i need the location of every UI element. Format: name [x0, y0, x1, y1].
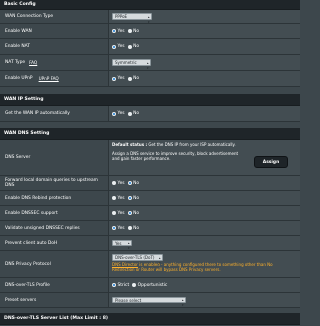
row-forward-local-domain: Forward local domain queries to upstream…: [0, 176, 300, 191]
preset-servers-select[interactable]: Please select ▴ ▾: [112, 296, 186, 307]
wan-connection-type-label: WAN Connection Type: [5, 14, 54, 19]
radio-unchecked-icon: [127, 111, 132, 116]
radio-unchecked-icon: [132, 283, 137, 287]
radio-unchecked-icon: [127, 76, 132, 81]
prevent-doh-label: Prevent client auto DoH: [5, 240, 58, 246]
enable-nat-yes-radio[interactable]: Yes: [112, 44, 125, 49]
nat-type-select[interactable]: Symmetric ▴ ▾: [112, 59, 151, 70]
radio-unchecked-icon: [112, 181, 116, 185]
radio-checked-icon: [127, 196, 132, 200]
dot-profile-strict-radio[interactable]: Strict: [112, 283, 129, 288]
chevron-down-icon: ▴ ▾: [146, 60, 149, 70]
preset-servers-label: Preset servers: [5, 297, 37, 303]
chevron-down-icon: ▴ ▾: [181, 298, 184, 308]
radio-checked-icon: [112, 226, 116, 230]
row-prevent-doh: Prevent client auto DoH Yes ▴ ▾: [0, 236, 300, 251]
wan-settings-page: Basic Config WAN Connection Type PPPoE ▴…: [0, 0, 300, 326]
assign-button[interactable]: Assign: [254, 156, 288, 168]
dns-server-description: Assign a DNS service to improve security…: [112, 151, 239, 162]
section-header-wan-ip: WAN IP Setting: [0, 94, 300, 106]
chevron-down-icon: ▴ ▾: [127, 241, 130, 251]
nat-type-label: NAT Type: [5, 60, 26, 65]
row-dns-privacy-protocol: DNS Privacy Protocol DNS-over-TLS (DoT) …: [0, 251, 300, 278]
radio-checked-icon: [112, 283, 116, 287]
forward-local-yes-radio[interactable]: Yes: [112, 181, 125, 186]
forward-local-no-radio[interactable]: No: [127, 181, 139, 186]
prevent-doh-select[interactable]: Yes ▴ ▾: [112, 239, 132, 250]
row-enable-nat: Enable NAT Yes No: [0, 39, 300, 55]
dns-server-label: DNS Server: [5, 155, 31, 160]
section-header-wan-dns: WAN DNS Setting: [0, 128, 300, 140]
radio-checked-icon: [112, 44, 116, 49]
dot-profile-label: DNS-over-TLS Profile: [5, 282, 50, 288]
get-ip-auto-yes-radio[interactable]: Yes: [112, 111, 125, 116]
validate-unsigned-label: Validate unsigned DNSSEC replies: [5, 225, 80, 231]
enable-nat-no-radio[interactable]: No: [127, 44, 139, 49]
radio-checked-icon: [112, 76, 116, 81]
enable-wan-label: Enable WAN: [5, 28, 32, 34]
wan-connection-type-value: PPPoE: [115, 14, 128, 19]
enable-upnp-label: Enable UPnP: [5, 76, 33, 81]
row-enable-upnp: Enable UPnP UPnP FAQ Yes No: [0, 71, 300, 87]
preset-servers-value: Please select: [115, 297, 142, 303]
radio-unchecked-icon: [127, 226, 132, 230]
dns-privacy-protocol-select[interactable]: DNS-over-TLS (DoT) ▴ ▾: [112, 254, 163, 265]
dns-rebind-label: Enable DNS Rebind protection: [5, 195, 72, 201]
row-dns-rebind-protection: Enable DNS Rebind protection Yes No: [0, 191, 300, 206]
row-nat-type: NAT Type FAQ Symmetric ▴ ▾: [0, 55, 300, 71]
get-ip-auto-no-radio[interactable]: No: [127, 111, 139, 116]
radio-unchecked-icon: [127, 44, 132, 49]
rebind-no-radio[interactable]: No: [127, 196, 139, 201]
row-preset-servers: Preset servers Please select ▴ ▾: [0, 293, 300, 308]
enable-wan-yes-radio[interactable]: Yes: [112, 29, 125, 34]
prevent-doh-value: Yes: [115, 240, 122, 246]
validate-no-radio[interactable]: No: [127, 226, 139, 231]
radio-checked-icon: [127, 181, 132, 185]
dns-privacy-protocol-label: DNS Privacy Protocol: [5, 261, 51, 267]
dnssec-support-label: Enable DNSSEC support: [5, 210, 58, 216]
enable-upnp-yes-radio[interactable]: Yes: [112, 76, 125, 81]
section-header-basic-config: Basic Config: [0, 0, 300, 10]
wan-connection-type-select[interactable]: PPPoE ▴ ▾: [112, 13, 152, 24]
row-dnssec-support: Enable DNSSEC support Yes No: [0, 206, 300, 221]
enable-wan-no-radio[interactable]: No: [127, 29, 139, 34]
dot-profile-opportunistic-radio[interactable]: Opportunistic: [132, 283, 167, 288]
enable-upnp-no-radio[interactable]: No: [127, 76, 139, 81]
row-dot-profile: DNS-over-TLS Profile Strict Opportunisti…: [0, 278, 300, 293]
validate-yes-radio[interactable]: Yes: [112, 226, 125, 231]
radio-checked-icon: [112, 111, 116, 116]
dnssec-no-radio[interactable]: No: [127, 211, 139, 216]
dns-default-status-text: Get the DNS IP from your ISP automatical…: [148, 142, 236, 147]
upnp-faq-link[interactable]: UPnP FAQ: [39, 76, 59, 81]
chevron-down-icon: ▴ ▾: [158, 255, 161, 265]
row-enable-wan: Enable WAN Yes No: [0, 24, 300, 39]
row-dns-server: DNS Server Default status : Get the DNS …: [0, 140, 300, 176]
radio-unchecked-icon: [112, 196, 116, 200]
nat-type-faq-link[interactable]: FAQ: [29, 60, 37, 65]
radio-unchecked-icon: [112, 211, 116, 215]
radio-unchecked-icon: [127, 29, 132, 33]
enable-nat-label: Enable NAT: [5, 44, 30, 49]
get-wan-ip-auto-label: Get the WAN IP automatically: [5, 111, 70, 116]
section-header-dot-server-list: DNS-over-TLS Server List (Max Limit : 8): [0, 313, 300, 325]
dns-director-warning: DNS Director is enabled - anything confi…: [112, 261, 273, 272]
forward-local-domain-label: Forward local domain queries to upstream…: [5, 178, 98, 188]
dns-privacy-protocol-value: DNS-over-TLS (DoT): [115, 254, 155, 260]
row-wan-connection-type: WAN Connection Type PPPoE ▴ ▾: [0, 10, 300, 24]
rebind-yes-radio[interactable]: Yes: [112, 196, 125, 201]
row-get-wan-ip-auto: Get the WAN IP automatically Yes No: [0, 106, 300, 122]
dnssec-yes-radio[interactable]: Yes: [112, 211, 125, 216]
row-validate-unsigned: Validate unsigned DNSSEC replies Yes No: [0, 221, 300, 236]
radio-checked-icon: [112, 29, 116, 33]
nat-type-value: Symmetric: [115, 60, 137, 65]
dns-default-status-label: Default status :: [112, 142, 148, 147]
radio-checked-icon: [127, 211, 132, 215]
